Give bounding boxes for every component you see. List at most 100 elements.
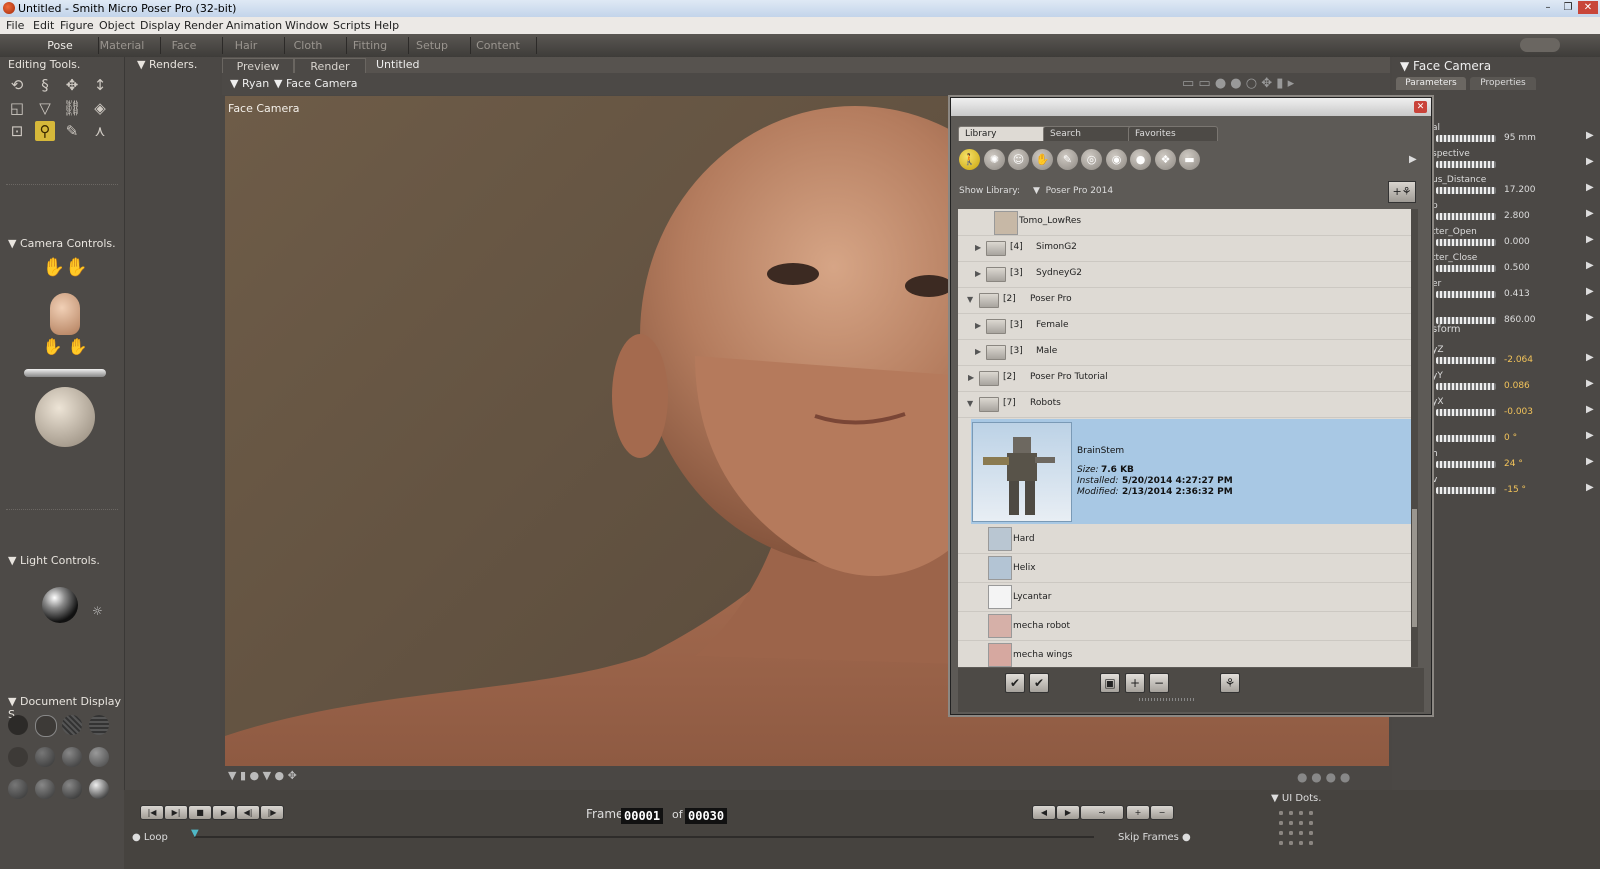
expressions-category-icon[interactable]: ☺ (1008, 149, 1029, 170)
display-style-texture-shaded-icon[interactable] (62, 779, 82, 799)
camera-trackball-icon[interactable] (35, 387, 95, 447)
list-item[interactable]: Hard (958, 525, 1411, 554)
scale-tool-icon[interactable]: ◱ (7, 98, 27, 118)
expand-arrow-icon[interactable]: ▶ (975, 269, 981, 278)
parameter-slider[interactable] (1436, 135, 1496, 142)
display-style-silhouette-icon[interactable] (8, 715, 28, 735)
list-item[interactable]: ▼ [7] Robots (958, 391, 1411, 418)
figures-category-icon[interactable]: 🚶 (959, 149, 980, 170)
display-style-smooth-shaded-icon[interactable] (8, 779, 28, 799)
timeline-track[interactable] (194, 836, 1094, 838)
parameter-value[interactable]: -0.003 (1504, 407, 1533, 417)
parameter-menu-arrow-icon[interactable]: ▶ (1586, 234, 1594, 245)
parameter-value[interactable]: 0.413 (1504, 289, 1530, 299)
parameter-slider[interactable] (1436, 383, 1496, 390)
parameter-slider[interactable] (1436, 291, 1496, 298)
parameter-value[interactable]: 0.500 (1504, 263, 1530, 273)
parameter-dial[interactable]: yY 0.086 ▶ (1432, 371, 1594, 397)
expand-arrow-icon[interactable]: ▶ (975, 243, 981, 252)
list-item[interactable]: ▶ [3] SydneyG2 (958, 261, 1411, 288)
minimize-button[interactable]: – (1538, 1, 1558, 14)
room-help-toggle[interactable] (1520, 38, 1560, 52)
expand-arrow-icon[interactable]: ▶ (975, 347, 981, 356)
figure-selector[interactable]: ▼ Ryan (230, 77, 269, 90)
parameter-dial[interactable]: p 2.800 ▶ (1432, 201, 1594, 227)
props-category-icon[interactable]: ◎ (1081, 149, 1102, 170)
parameter-dial[interactable]: 0 ° ▶ (1432, 425, 1594, 449)
viewport-toolbar-icons[interactable]: ▭ ▭ ● ● ○ ✥ ▮ ▸ (1182, 76, 1294, 91)
parameter-dial[interactable]: yZ -2.064 ▶ (1432, 345, 1594, 371)
resize-grip[interactable] (1139, 698, 1195, 701)
menu-edit[interactable]: Edit (33, 19, 54, 32)
parameter-dial[interactable]: er 0.413 ▶ (1432, 279, 1594, 305)
key-edit-button[interactable]: ⊸ (1080, 805, 1124, 820)
tab-parameters[interactable]: Parameters (1396, 77, 1466, 90)
parameter-slider[interactable] (1436, 357, 1496, 364)
parameter-slider[interactable] (1436, 487, 1496, 494)
parameter-menu-arrow-icon[interactable]: ▶ (1586, 404, 1594, 415)
hands-category-icon[interactable]: ✋ (1032, 149, 1053, 170)
parameter-menu-arrow-icon[interactable]: ▶ (1586, 260, 1594, 271)
parameter-dial[interactable]: tter_Open 0.000 ▶ (1432, 227, 1594, 253)
display-style-wireframe-icon[interactable] (62, 715, 82, 735)
parameter-dial[interactable]: us_Distance 17.200 ▶ (1432, 175, 1594, 201)
parameter-value[interactable]: 0 ° (1504, 433, 1517, 443)
parameter-value[interactable]: 860.00 (1504, 315, 1536, 325)
parameter-value[interactable]: 2.800 (1504, 211, 1530, 221)
library-selector[interactable]: ▼ Poser Pro 2014 (1033, 186, 1113, 196)
rotate-tool-icon[interactable]: ⟲ (7, 75, 27, 95)
list-item[interactable]: mecha wings (958, 641, 1411, 667)
list-item[interactable]: ▶ [4] SimonG2 (958, 235, 1411, 262)
parameter-value[interactable]: 0.000 (1504, 237, 1530, 247)
parameter-slider[interactable] (1436, 317, 1496, 324)
display-style-preview-icon[interactable] (89, 779, 109, 799)
maximize-button[interactable]: ❐ (1558, 1, 1578, 14)
display-style-lit-wireframe-icon[interactable] (8, 747, 28, 767)
next-frame-button[interactable]: |▶ (260, 805, 284, 820)
list-item[interactable]: Lycantar (958, 583, 1411, 612)
parameter-value[interactable]: 95 mm (1504, 133, 1536, 143)
go-to-start-button[interactable]: |◀ (140, 805, 164, 820)
add-library-button[interactable]: +⚘ (1388, 181, 1416, 203)
parameter-slider[interactable] (1436, 409, 1496, 416)
parameter-menu-arrow-icon[interactable]: ▶ (1586, 286, 1594, 297)
list-item[interactable]: ▶ [3] Male (958, 339, 1411, 366)
tab-render[interactable]: Render (294, 58, 366, 74)
viewport-layout-dots[interactable]: ● ● ● ● (1297, 770, 1350, 784)
menu-scripts[interactable]: Scripts (333, 19, 371, 32)
loop-option[interactable]: ● Loop (132, 832, 168, 843)
direct-manipulation-tool-icon[interactable]: ⋏ (90, 121, 110, 141)
poses-category-icon[interactable]: ✺ (984, 149, 1005, 170)
light-sun-icon[interactable]: ☼ (92, 604, 103, 618)
camera-hands-icon[interactable]: ✋✋ (42, 257, 88, 281)
library-scrollbar[interactable] (1411, 209, 1418, 667)
total-frames-field[interactable]: 00030 (685, 808, 728, 824)
parameter-value[interactable]: 17.200 (1504, 185, 1536, 195)
remove-item-button[interactable]: − (1149, 673, 1169, 693)
parameter-menu-arrow-icon[interactable]: ▶ (1586, 378, 1594, 389)
parameter-menu-arrow-icon[interactable]: ▶ (1586, 130, 1594, 141)
tab-properties[interactable]: Properties (1470, 77, 1536, 90)
menu-animation[interactable]: Animation (226, 19, 282, 32)
scrollbar-thumb[interactable] (1412, 509, 1417, 627)
room-tab-content[interactable]: Content (460, 37, 537, 54)
parameter-menu-arrow-icon[interactable]: ▶ (1586, 430, 1594, 441)
parameter-dial[interactable]: v -15 ° ▶ (1432, 475, 1594, 501)
parameter-menu-arrow-icon[interactable]: ▶ (1586, 352, 1594, 363)
list-item[interactable]: mecha robot (958, 612, 1411, 641)
parameter-slider[interactable] (1436, 461, 1496, 468)
category-scroll-right-icon[interactable]: ▶ (1409, 154, 1417, 165)
parameter-menu-arrow-icon[interactable]: ▶ (1586, 456, 1594, 467)
parameter-dial[interactable]: al 95 mm ▶ (1432, 123, 1594, 149)
color-tool-icon[interactable]: ◈ (90, 98, 110, 118)
add-key-button[interactable]: + (1126, 805, 1150, 820)
scenes-category-icon[interactable]: ▬ (1179, 149, 1200, 170)
parameter-slider[interactable] (1436, 435, 1496, 442)
add-to-library-button[interactable]: ▣ (1100, 673, 1120, 693)
menu-file[interactable]: File (6, 19, 24, 32)
viewport-options-icons[interactable]: ▼ ▮ ● ▼ ● ✥ (228, 769, 297, 782)
camera-hands-lower-icon[interactable]: ✋ ✋ (34, 337, 96, 363)
parameter-slider[interactable] (1436, 161, 1496, 168)
menu-figure[interactable]: Figure (60, 19, 94, 32)
tab-search[interactable]: Search (1043, 126, 1133, 141)
